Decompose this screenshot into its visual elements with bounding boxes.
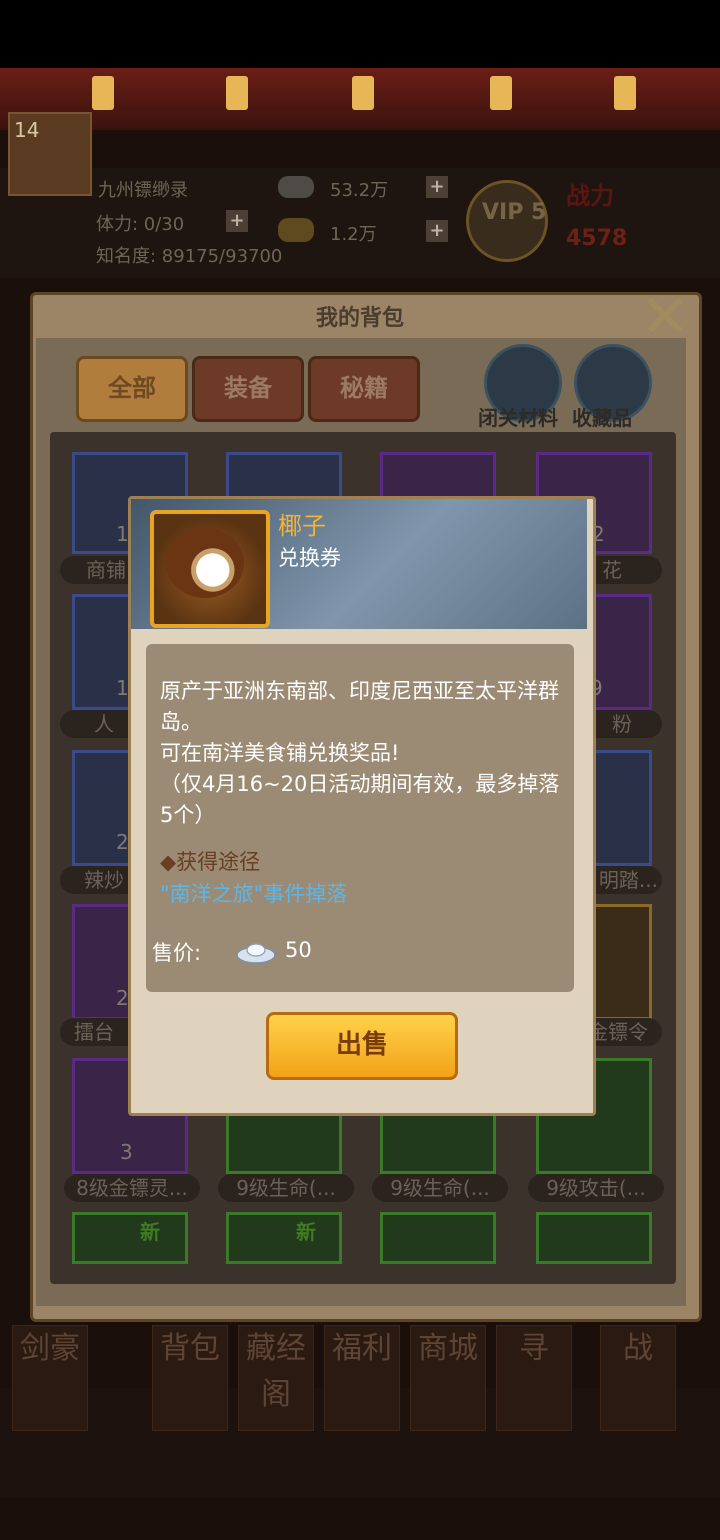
lantern-icon — [614, 76, 636, 110]
tab-all[interactable]: 全部 — [76, 356, 188, 422]
item-count: 3 — [120, 1140, 133, 1164]
palace-roof-banner — [0, 68, 720, 130]
lantern-icon — [92, 76, 114, 110]
new-tag: 新 — [296, 1220, 316, 1244]
item-slot[interactable] — [536, 1212, 652, 1264]
backpack-title: 我的背包 — [315, 306, 404, 331]
item-label: 9级攻击(... — [528, 1174, 664, 1202]
silver-amount: 53.2万 — [330, 180, 389, 201]
close-icon[interactable]: ✕ — [636, 287, 694, 347]
silver-ingot-icon — [236, 943, 276, 964]
sell-button[interactable]: 出售 — [266, 1012, 458, 1080]
item-count: 1 — [116, 522, 129, 546]
player-level: 14 — [14, 118, 40, 142]
silver-ingot-icon — [278, 176, 314, 198]
item-label: 9级生命(... — [372, 1174, 508, 1202]
gold-ingot-icon — [278, 218, 314, 242]
source-label: ◆获得途径 — [160, 850, 261, 874]
source-link[interactable]: "南洋之旅"事件掉落 — [160, 878, 347, 908]
vip-label: VIP 5 — [482, 200, 547, 225]
item-count: 2 — [116, 830, 129, 854]
power-value: 4578 — [566, 226, 628, 251]
nav-welfare[interactable]: 福利 — [324, 1325, 400, 1431]
seclusion-materials-label: 闭关材料 — [478, 406, 558, 430]
item-slot[interactable] — [226, 1212, 342, 1264]
tab-equipment[interactable]: 装备 — [192, 356, 304, 422]
tab-manuals[interactable]: 秘籍 — [308, 356, 420, 422]
stamina-text: 体力: 0/30 — [96, 214, 185, 235]
price-value: 50 — [285, 938, 312, 962]
item-name: 椰子 — [278, 512, 326, 540]
player-name: 九州镖缈录 — [98, 180, 188, 201]
nav-library[interactable]: 藏经阁 — [238, 1325, 314, 1431]
coconut-icon — [166, 528, 244, 598]
nav-shop[interactable]: 商城 — [410, 1325, 486, 1431]
item-count: 1 — [116, 676, 129, 700]
item-slot[interactable] — [380, 1212, 496, 1264]
lantern-icon — [352, 76, 374, 110]
add-silver-button[interactable]: + — [426, 176, 448, 198]
nav-battle[interactable]: 战 — [600, 1325, 676, 1431]
power-label: 战力 — [566, 182, 614, 210]
add-stamina-button[interactable]: + — [226, 210, 248, 232]
new-tag: 新 — [140, 1220, 160, 1244]
item-type: 兑换券 — [278, 546, 341, 570]
nav-backpack[interactable]: 背包 — [152, 1325, 228, 1431]
item-count: 2 — [116, 986, 129, 1010]
gold-amount: 1.2万 — [330, 224, 377, 245]
item-description: 原产于亚洲东南部、印度尼西亚至太平洋群岛。 可在南洋美食铺兑换奖品! （仅4月1… — [160, 679, 560, 827]
fame-text: 知名度: 89175/93700 — [96, 246, 283, 267]
item-slot[interactable] — [72, 1212, 188, 1264]
item-label: 8级金镖灵... — [64, 1174, 200, 1202]
item-label: 9级生命(... — [218, 1174, 354, 1202]
collectibles-label: 收藏品 — [572, 406, 632, 430]
price-label: 售价: — [152, 941, 202, 965]
lantern-icon — [226, 76, 248, 110]
nav-sword-master[interactable]: 剑豪 — [12, 1325, 88, 1431]
lantern-icon — [490, 76, 512, 110]
add-gold-button[interactable]: + — [426, 220, 448, 242]
nav-explore[interactable]: 寻 — [496, 1325, 572, 1431]
